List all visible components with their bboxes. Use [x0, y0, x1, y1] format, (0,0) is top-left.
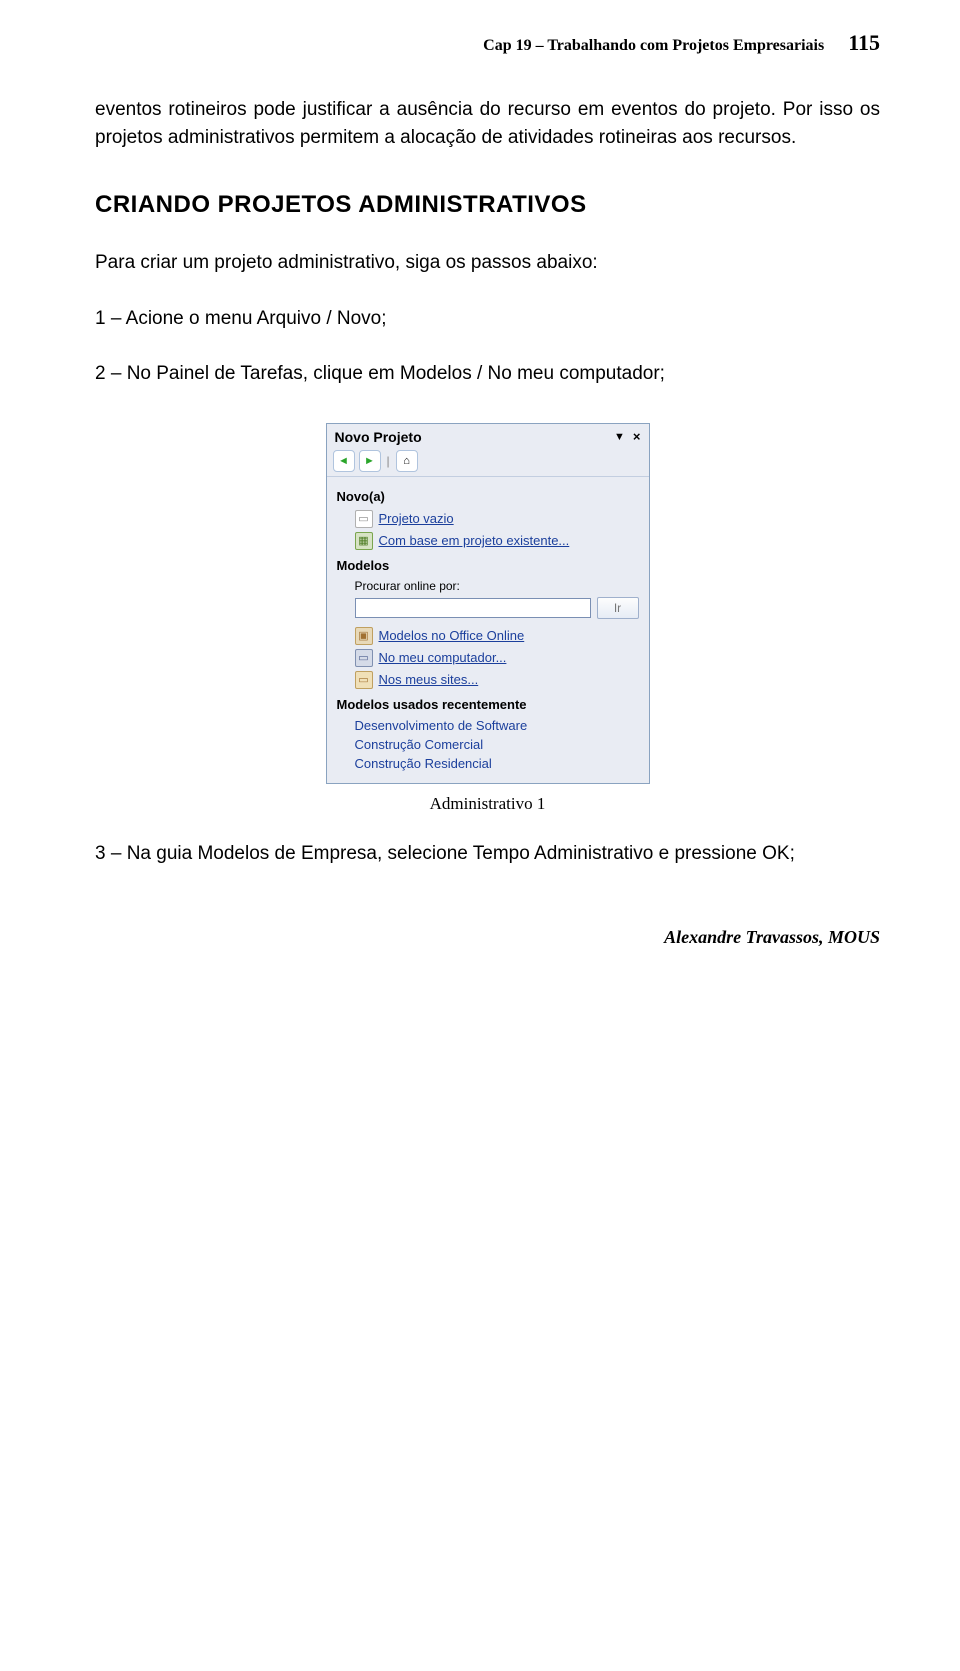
cat-templates-label: Modelos	[337, 558, 639, 573]
panel-menu-icon[interactable]: ▼	[614, 431, 625, 443]
nav-separator: |	[387, 454, 390, 468]
page-footer: Alexandre Travassos, MOUS	[95, 927, 880, 948]
page-header: Cap 19 – Trabalhando com Projetos Empres…	[95, 30, 880, 56]
close-icon[interactable]: ×	[633, 429, 641, 444]
panel-titlebar: Novo Projeto ▼ ×	[327, 424, 649, 448]
nav-forward-button[interactable]: ►	[359, 450, 381, 472]
step-3: 3 – Na guia Modelos de Empresa, selecion…	[95, 840, 880, 868]
recent-template-1[interactable]: Desenvolvimento de Software	[341, 716, 639, 735]
task-pane-screenshot: Novo Projeto ▼ × ◄ ► | ⌂ Novo(a) ▭ Proje…	[95, 423, 880, 784]
item-templates-office-online[interactable]: ▣ Modelos no Office Online	[341, 625, 639, 647]
recent-template-2[interactable]: Construção Comercial	[341, 735, 639, 754]
panel-title-text: Novo Projeto	[335, 429, 422, 445]
step-2: 2 – No Painel de Tarefas, clique em Mode…	[95, 360, 880, 388]
recent-template-3[interactable]: Construção Residencial	[341, 754, 639, 773]
existing-project-icon: ▦	[355, 532, 373, 550]
chapter-label: Cap 19 – Trabalhando com Projetos Empres…	[483, 37, 824, 54]
section-intro: Para criar um projeto administrativo, si…	[95, 249, 880, 277]
blank-doc-icon: ▭	[355, 510, 373, 528]
nav-home-button[interactable]: ⌂	[396, 450, 418, 472]
search-online-input[interactable]	[355, 598, 591, 618]
section-heading: CRIANDO PROJETOS ADMINISTRATIVOS	[95, 191, 880, 219]
search-go-button[interactable]: Ir	[597, 597, 639, 619]
nav-back-button[interactable]: ◄	[333, 450, 355, 472]
my-sites-icon: ▭	[355, 671, 373, 689]
item-templates-my-computer[interactable]: ▭ No meu computador...	[341, 647, 639, 669]
item-from-existing[interactable]: ▦ Com base em projeto existente...	[341, 530, 639, 552]
step-1: 1 – Acione o menu Arquivo / Novo;	[95, 305, 880, 333]
intro-paragraph: eventos rotineiros pode justificar a aus…	[95, 96, 880, 151]
cat-new-label: Novo(a)	[337, 489, 639, 504]
page-number: 115	[848, 30, 880, 55]
panel-nav: ◄ ► | ⌂	[327, 448, 649, 477]
my-computer-icon: ▭	[355, 649, 373, 667]
item-templates-my-sites[interactable]: ▭ Nos meus sites...	[341, 669, 639, 691]
item-blank-project[interactable]: ▭ Projeto vazio	[341, 508, 639, 530]
search-online-label: Procurar online por:	[341, 577, 639, 595]
cat-recent-label: Modelos usados recentemente	[337, 697, 639, 712]
figure-caption: Administrativo 1	[95, 794, 880, 814]
office-online-icon: ▣	[355, 627, 373, 645]
